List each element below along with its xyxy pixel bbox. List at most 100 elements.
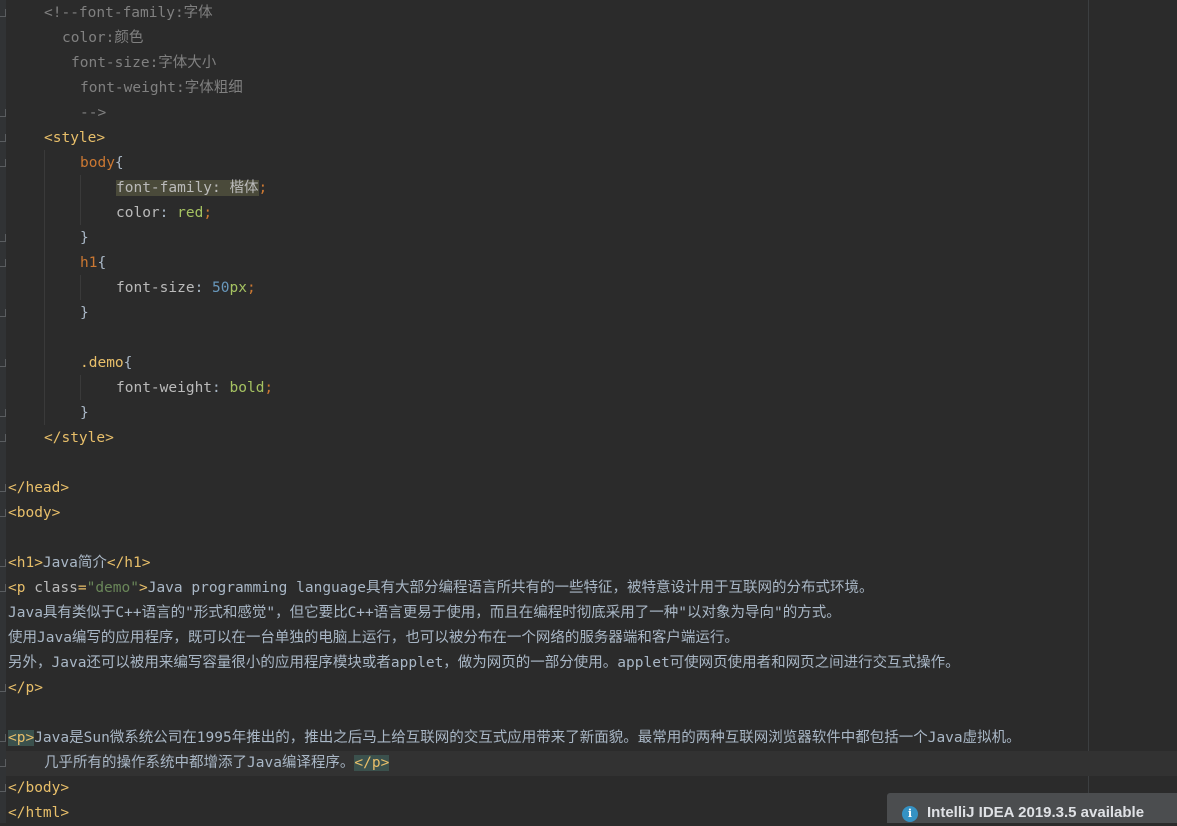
code-token: 几乎所有的操作系统中都增添了Java编译程序。 [44, 755, 355, 771]
fold-marker[interactable] [0, 759, 6, 767]
code-token: } [80, 305, 89, 321]
code-token: h1 [80, 255, 98, 271]
code-line[interactable]: h1{ [80, 251, 106, 276]
fold-marker[interactable] [0, 784, 6, 792]
indent-guide [44, 150, 45, 425]
code-line[interactable]: <h1>Java简介</h1> [8, 551, 151, 576]
fold-marker[interactable] [0, 234, 6, 242]
code-line[interactable]: } [80, 226, 89, 251]
code-line[interactable]: } [80, 301, 89, 326]
code-line[interactable]: <style> [44, 126, 105, 151]
code-token: px [229, 280, 247, 296]
code-token: .demo [80, 355, 124, 371]
fold-marker[interactable] [0, 484, 6, 492]
notification-text[interactable]: IntelliJ IDEA 2019.3.5 available [927, 804, 1144, 821]
info-icon: i [902, 806, 918, 822]
fold-marker[interactable] [0, 434, 6, 442]
code-line[interactable]: } [80, 401, 89, 426]
code-token: font-weight [116, 380, 213, 396]
fold-marker[interactable] [0, 159, 6, 167]
code-token: ; [264, 380, 274, 396]
code-line[interactable]: color: red; [116, 201, 212, 226]
code-line[interactable]: font-size: 50px; [116, 276, 256, 301]
code-token: </p> [8, 680, 43, 696]
code-token: "demo" [86, 580, 139, 596]
code-token: { [114, 155, 124, 171]
fold-marker[interactable] [0, 734, 6, 742]
code-token: : [212, 380, 230, 396]
code-line[interactable]: </style> [44, 426, 114, 451]
code-line[interactable]: --> [80, 101, 106, 126]
code-token: color:颜色 [62, 30, 144, 46]
code-token: 另外，Java还可以被用来编写容量很小的应用程序模块或者applet，做为网页的… [8, 655, 960, 671]
code-token: font-weight:字体粗细 [80, 80, 243, 96]
code-token: <p [8, 580, 35, 596]
code-token: red [177, 205, 204, 221]
code-line[interactable]: </html> [8, 801, 69, 826]
code-token: = [77, 580, 87, 596]
code-token: } [80, 230, 89, 246]
code-token: > [138, 580, 148, 596]
fold-marker[interactable] [0, 309, 6, 317]
code-token: ; [203, 205, 213, 221]
code-token: font-family: 楷体 [116, 180, 259, 196]
code-line[interactable]: font-size:字体大小 [71, 51, 216, 76]
code-line[interactable]: </head> [8, 476, 69, 501]
code-token: <!--font-family:字体 [44, 5, 213, 21]
code-line[interactable]: font-weight: bold; [116, 376, 273, 401]
code-token: </h1> [106, 555, 151, 571]
right-margin-guide [1088, 0, 1089, 823]
fold-marker[interactable] [0, 359, 6, 367]
code-line[interactable]: <p>Java是Sun微系统公司在1995年推出的，推出之后马上给互联网的交互式… [8, 726, 1021, 751]
code-token: </style> [44, 430, 114, 446]
code-token: Java programming language具有大部分编程语言所共有的一些… [147, 580, 874, 596]
code-token: } [80, 405, 89, 421]
code-line[interactable]: <p class="demo">Java programming languag… [8, 576, 873, 601]
code-token: font-size [116, 280, 195, 296]
code-line[interactable]: </body> [8, 776, 69, 801]
code-line[interactable]: <!--font-family:字体 [44, 1, 213, 26]
update-notification[interactable]: i IntelliJ IDEA 2019.3.5 available [887, 793, 1177, 823]
code-line[interactable]: <body> [8, 501, 60, 526]
code-token: </body> [8, 780, 70, 796]
fold-marker[interactable] [0, 134, 6, 142]
code-token: <style> [44, 130, 106, 146]
fold-marker[interactable] [0, 559, 6, 567]
code-token: 使用Java编写的应用程序，既可以在一台单独的电脑上运行，也可以被分布在一个网络… [8, 630, 739, 646]
fold-marker[interactable] [0, 584, 6, 592]
code-line[interactable]: body{ [80, 151, 124, 176]
indent-guide [80, 175, 81, 225]
fold-marker[interactable] [0, 9, 6, 17]
code-token: Java是Sun微系统公司在1995年推出的，推出之后马上给互联网的交互式应用带… [34, 730, 1021, 746]
code-token: <body> [8, 505, 61, 521]
code-token: color [116, 205, 160, 221]
code-token: Java简介 [42, 555, 107, 571]
code-line[interactable]: </p> [8, 676, 43, 701]
code-line[interactable]: 几乎所有的操作系统中都增添了Java编译程序。</p> [44, 751, 390, 776]
code-token: ; [246, 280, 256, 296]
code-token: font-size:字体大小 [71, 55, 217, 71]
fold-marker[interactable] [0, 684, 6, 692]
code-token: class [34, 580, 78, 596]
fold-marker[interactable] [0, 109, 6, 117]
fold-marker[interactable] [0, 259, 6, 267]
code-line[interactable]: font-weight:字体粗细 [80, 76, 243, 101]
code-line[interactable]: font-family: 楷体; [116, 176, 267, 201]
code-token: </html> [8, 805, 70, 821]
fold-marker[interactable] [0, 409, 6, 417]
code-editor[interactable]: <!--font-family:字体 color:颜色 font-size:字体大小… [0, 0, 1177, 823]
code-line[interactable]: 另外，Java还可以被用来编写容量很小的应用程序模块或者applet，做为网页的… [8, 651, 960, 676]
code-token: { [123, 355, 133, 371]
code-token: : [194, 280, 213, 296]
code-token: body [80, 155, 115, 171]
fold-marker[interactable] [0, 509, 6, 517]
code-token: : [159, 205, 178, 221]
code-line[interactable]: Java具有类似于C++语言的"形式和感觉"，但它要比C++语言更易于使用，而且… [8, 601, 841, 626]
code-token: <h1> [8, 555, 43, 571]
code-line[interactable]: .demo{ [80, 351, 132, 376]
code-token: { [97, 255, 107, 271]
code-token: </head> [8, 480, 70, 496]
code-line[interactable]: 使用Java编写的应用程序，既可以在一台单独的电脑上运行，也可以被分布在一个网络… [8, 626, 739, 651]
code-line[interactable]: color:颜色 [62, 26, 143, 51]
indent-guide [80, 375, 81, 400]
